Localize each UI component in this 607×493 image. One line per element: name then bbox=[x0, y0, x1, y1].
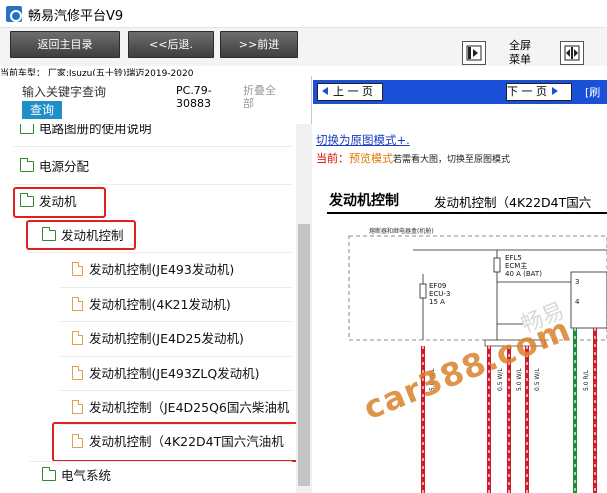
tree-item-label: 电气系统 bbox=[61, 468, 112, 483]
next-page-label: 下 一 页 bbox=[507, 85, 547, 98]
prev-page-label: 上 一 页 bbox=[333, 85, 373, 98]
divider bbox=[30, 252, 292, 253]
arrow-left-icon bbox=[322, 87, 328, 95]
divider bbox=[60, 287, 292, 288]
tree-item-label: 发动机控制(JE493发动机) bbox=[89, 262, 235, 277]
current-mode-value: 预览模式 bbox=[349, 152, 393, 165]
tree-item-4k21[interactable]: 发动机控制(4K21发动机) bbox=[72, 292, 231, 318]
highlight-box-4k22d4t bbox=[52, 422, 296, 462]
window-title: 畅易汽修平台V9 bbox=[28, 9, 124, 24]
tree-item-label: 电路图册的使用说明 bbox=[39, 124, 152, 136]
refresh-link[interactable]: [刷 bbox=[585, 84, 600, 100]
back-to-main-button[interactable]: 返回主目录 bbox=[10, 31, 120, 58]
document-icon bbox=[72, 297, 83, 311]
fuse-efl5-rating: 40 A (BAT) bbox=[505, 270, 542, 278]
fuse-ef09-symbol bbox=[419, 283, 427, 299]
diagram-title: 发动机控制 bbox=[329, 193, 399, 209]
search-button[interactable]: 查询 bbox=[22, 101, 62, 119]
tree-item-label: 电源分配 bbox=[39, 159, 90, 174]
fuse-box-label: 熔断器和继电器盒(机舱) bbox=[369, 227, 434, 235]
divider bbox=[30, 461, 292, 462]
tree-item-label: 发动机控制(JE493ZLQ发动机) bbox=[89, 366, 260, 381]
highlight-box-engine-control bbox=[26, 220, 136, 250]
fold-all-link[interactable]: 折叠全部 bbox=[243, 84, 283, 110]
menu-label: 菜单 bbox=[509, 53, 531, 66]
title-bar: 畅易汽修平台V9 bbox=[0, 0, 607, 28]
tree-item-je4d25[interactable]: 发动机控制(JE4D25发动机) bbox=[72, 326, 244, 352]
fuse-efl5-symbol bbox=[493, 257, 501, 273]
fuse-box-boundary bbox=[348, 235, 607, 341]
fuse-ef09-name: EF09 bbox=[429, 282, 446, 290]
tree-scrollbar[interactable] bbox=[296, 124, 312, 493]
divider bbox=[60, 390, 292, 391]
tree-item-je493zlq[interactable]: 发动机控制(JE493ZLQ发动机) bbox=[72, 361, 260, 387]
fuse-ef09-rating: 15 A bbox=[429, 298, 445, 306]
folder-icon bbox=[20, 158, 34, 172]
fullscreen-menu-label: 全屏 菜单 bbox=[500, 39, 540, 67]
next-page-button[interactable]: 下 一 页 bbox=[506, 83, 572, 101]
directory-tree: 电路图册的使用说明 电源分配 发动机 发动机控制 发动机控制(JE493发动机)… bbox=[0, 124, 296, 493]
panel-expand-icon bbox=[466, 45, 482, 61]
tree-item-label: 发动机控制（JE4D25Q6国六柴油机 bbox=[89, 400, 290, 415]
tree-item-je4d25q6[interactable]: 发动机控制（JE4D25Q6国六柴油机 bbox=[72, 395, 289, 421]
document-code: PC.79-30883 bbox=[176, 84, 212, 110]
divider bbox=[14, 146, 292, 147]
fuse-ef09-desc: ECU-3 bbox=[429, 290, 450, 298]
switch-original-mode-link[interactable]: 切换为原图模式+. bbox=[316, 132, 410, 148]
wire-label-5: 5.0 R/L bbox=[583, 369, 590, 391]
tree-item-label: 发动机控制(4K21发动机) bbox=[89, 297, 231, 312]
document-icon bbox=[72, 366, 83, 380]
tree-item-label: 发动机控制(JE4D25发动机) bbox=[89, 331, 244, 346]
highlight-box-engine bbox=[13, 187, 106, 218]
menu-toggle-button[interactable] bbox=[560, 41, 584, 65]
tree-item-wiring-manual-usage[interactable]: 电路图册的使用说明 bbox=[20, 124, 152, 142]
diagram-viewer: 上 一 页 下 一 页 [刷 切换为原图模式+. 当前：预览模式若需看大图，切换… bbox=[313, 76, 607, 493]
folder-icon bbox=[42, 467, 56, 481]
current-mode-desc: 若需看大图，切换至原图模式 bbox=[393, 155, 511, 165]
split-arrows-icon bbox=[564, 45, 580, 61]
diagram-title-rule bbox=[327, 212, 607, 214]
app-logo-icon bbox=[6, 6, 22, 22]
divider bbox=[60, 321, 292, 322]
search-input[interactable]: 输入关键字查询 bbox=[22, 83, 106, 100]
history-back-button[interactable]: <<后退. bbox=[128, 31, 214, 58]
folder-icon bbox=[20, 124, 34, 134]
search-area: 输入关键字查询 查询 PC.79-30883 折叠全部 bbox=[0, 76, 312, 124]
divider bbox=[60, 356, 292, 357]
fuse-efl5-desc: ECM主 bbox=[505, 261, 527, 270]
divider bbox=[14, 184, 292, 185]
document-icon bbox=[72, 262, 83, 276]
page-nav-bar: 上 一 页 下 一 页 [刷 bbox=[313, 80, 607, 104]
fullscreen-toggle-button[interactable] bbox=[462, 41, 486, 65]
tree-scrollbar-thumb[interactable] bbox=[298, 224, 310, 486]
relay-pin-3: 3 bbox=[575, 278, 579, 286]
current-mode-line: 当前：预览模式若需看大图，切换至原图模式 bbox=[316, 150, 510, 166]
wire-label-3: 5.0 W/L bbox=[516, 368, 523, 391]
history-forward-button[interactable]: >>前进 bbox=[220, 31, 298, 58]
document-icon bbox=[72, 331, 83, 345]
document-icon bbox=[72, 400, 83, 414]
prev-page-button[interactable]: 上 一 页 bbox=[317, 83, 383, 101]
tree-item-je493[interactable]: 发动机控制(JE493发动机) bbox=[72, 257, 234, 283]
fullscreen-label: 全屏 bbox=[509, 39, 531, 52]
tree-item-power-distribution[interactable]: 电源分配 bbox=[20, 154, 89, 180]
tree-item-electrical-system[interactable]: 电气系统 bbox=[42, 463, 111, 489]
left-panel: 输入关键字查询 查询 PC.79-30883 折叠全部 电路图册的使用说明 电源… bbox=[0, 76, 312, 493]
diagram-subtitle: 发动机控制（4K22D4T国六 bbox=[434, 195, 592, 210]
fuse-efl5-name: EFL5 bbox=[505, 254, 522, 262]
wire-label-4: 0.5 W/L bbox=[534, 368, 541, 391]
relay-pin-4: 4 bbox=[575, 298, 580, 306]
current-mode-key: 当前： bbox=[316, 152, 349, 165]
arrow-right-icon bbox=[552, 87, 558, 95]
